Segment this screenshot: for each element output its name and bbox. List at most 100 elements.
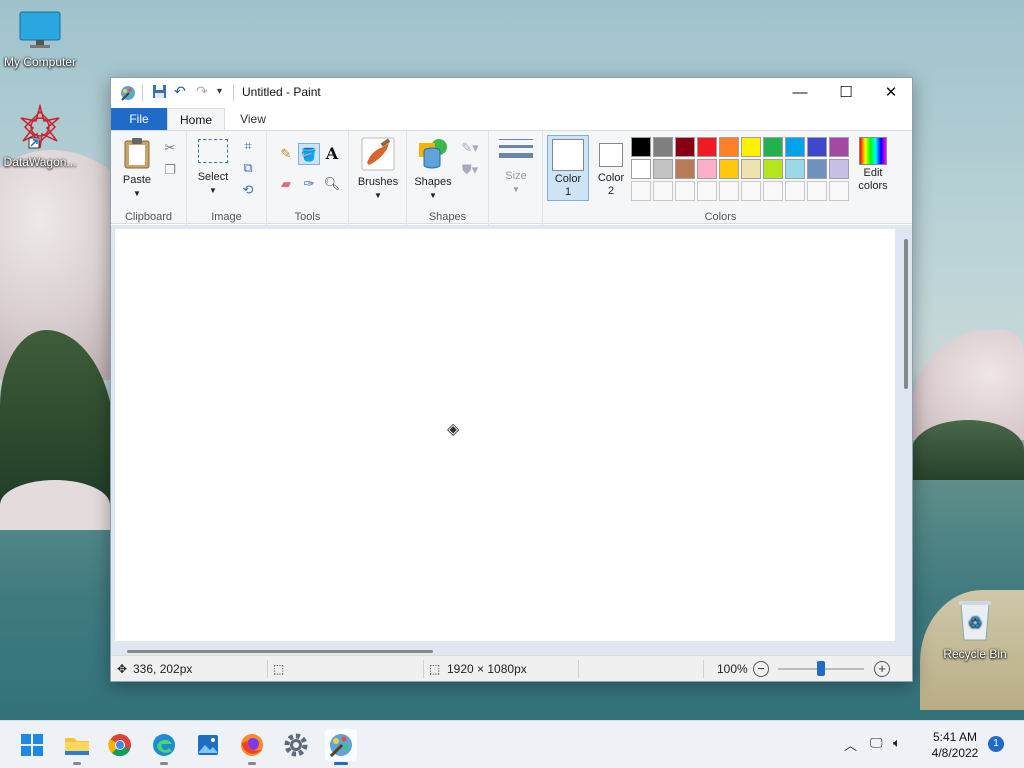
crop-icon[interactable]: ⌗ [237,135,259,157]
zoom-in-button[interactable]: + [874,661,890,677]
show-hidden-icons-chevron-up-icon[interactable]: ︿ [844,735,857,754]
taskbar-file-explorer[interactable] [61,729,93,765]
drawing-canvas[interactable]: ◈ [115,229,895,641]
palette-custom-slot[interactable] [653,181,673,201]
palette-swatch[interactable] [741,159,761,179]
undo-icon[interactable]: ↶ [174,83,186,100]
divider [267,660,268,678]
minimize-button[interactable]: — [777,78,823,108]
ribbon: Paste ▼ ✂ ❐ Clipboard Select ▼ ⌗ ⧉ ⟲ Ima… [111,130,912,225]
palette-swatch[interactable] [829,137,849,157]
desktop-icon-label: Recycle Bin [943,647,1007,661]
zoom-out-button[interactable]: − [753,661,769,677]
desktop-icon-label: DataWagon... [3,155,77,169]
folder-icon [65,738,89,755]
fill-shape-icon[interactable]: ⛊▾ [459,159,481,181]
palette-custom-slot[interactable] [829,181,849,201]
outline-icon[interactable]: ✎▾ [459,137,481,159]
palette-swatch[interactable] [697,137,717,157]
svg-text:♻: ♻ [968,615,982,632]
clipboard-icon [124,138,150,169]
taskbar-firefox[interactable] [236,729,268,765]
palette-swatch[interactable] [697,159,717,179]
select-button[interactable]: Select ▼ [191,139,235,197]
close-button[interactable]: ✕ [868,78,914,108]
palette-swatch[interactable] [763,159,783,179]
palette-swatch[interactable] [807,159,827,179]
color1-button[interactable]: Color 1 [547,135,589,201]
text-icon[interactable]: A [321,143,343,165]
palette-swatch[interactable] [785,159,805,179]
palette-swatch[interactable] [631,159,651,179]
chevron-down-icon: ▼ [374,191,382,200]
pencil-icon[interactable]: ✎ [275,143,297,165]
maximize-button[interactable]: ☐ [823,78,869,108]
taskbar-paint[interactable] [325,729,357,765]
desktop-icon-my-computer[interactable]: My Computer [0,10,80,69]
eraser-icon[interactable]: ▰ [275,173,297,195]
size-button[interactable]: Size ▼ [496,139,536,196]
redo-icon[interactable]: ↷ [196,83,208,100]
palette-custom-slot[interactable] [675,181,695,201]
network-icon[interactable]: 🖵 [870,735,883,751]
taskbar-chrome[interactable] [104,729,136,761]
color-picker-icon[interactable]: ✑ [298,173,320,195]
fill-icon[interactable]: 🪣 [298,143,320,165]
vertical-scrollbar[interactable] [904,239,908,389]
palette-custom-slot[interactable] [697,181,717,201]
rotate-icon[interactable]: ⟲ [237,179,259,201]
magnifier-icon[interactable]: 🔍︎ [321,173,343,195]
rainbow-icon [859,137,887,165]
gear-icon [284,733,308,757]
group-label: Colors [704,211,737,223]
palette-swatch[interactable] [631,137,651,157]
palette-custom-slot[interactable] [785,181,805,201]
palette-custom-slot[interactable] [741,181,761,201]
clock[interactable]: 5:41 AM 4/8/2022 [924,729,986,761]
save-icon[interactable] [152,84,167,102]
palette-swatch[interactable] [741,137,761,157]
paint-app-icon[interactable] [119,84,137,105]
color2-button[interactable]: Color 2 [591,135,631,201]
shapes-icon [419,139,447,169]
taskbar-edge[interactable] [148,729,180,765]
brushes-button[interactable]: Brushes ▼ [354,137,402,202]
resize-icon[interactable]: ⧉ [237,157,259,179]
start-button[interactable] [16,729,48,761]
palette-swatch[interactable] [829,159,849,179]
notification-badge[interactable]: 1 [988,736,1004,752]
palette-swatch[interactable] [719,159,739,179]
palette-custom-slot[interactable] [807,181,827,201]
palette-swatch[interactable] [719,137,739,157]
horizontal-scrollbar[interactable] [127,650,433,653]
cut-icon[interactable]: ✂ [159,137,181,159]
palette-swatch[interactable] [675,137,695,157]
palette-swatch[interactable] [807,137,827,157]
volume-icon[interactable]: 🔈︎ [893,735,901,751]
palette-swatch[interactable] [675,159,695,179]
zoom-slider-thumb[interactable] [817,661,825,676]
taskbar-settings[interactable] [280,729,312,761]
palette-swatch[interactable] [763,137,783,157]
palette-swatch[interactable] [653,137,673,157]
desktop-icon-datawagon[interactable]: DataWagon... [0,103,80,169]
desktop-icon-recycle-bin[interactable]: ♻ Recycle Bin [935,598,1015,661]
tab-file[interactable]: File [111,108,167,130]
palette-custom-slot[interactable] [763,181,783,201]
taskbar-photos[interactable] [192,729,224,761]
palette-swatch[interactable] [785,137,805,157]
copy-icon[interactable]: ❐ [159,159,181,181]
tab-view[interactable]: View [229,108,277,130]
palette-custom-slot[interactable] [631,181,651,201]
color1-number: 1 [564,186,572,198]
windows-logo-icon [21,734,43,756]
paint-window: ↶ ↷ ▾ Untitled - Paint — ☐ ✕ File Home V… [110,77,913,682]
paste-button[interactable]: Paste ▼ [115,137,159,200]
edit-colors-button[interactable]: Edit colors [853,137,893,193]
palette-custom-slot[interactable] [719,181,739,201]
palette-swatch[interactable] [653,159,673,179]
shapes-button[interactable]: Shapes ▼ [411,137,455,202]
tab-home[interactable]: Home [167,108,225,130]
customize-quick-access-icon[interactable]: ▾ [217,86,222,97]
status-bar: ✥ 336, 202px ⬚ ⬚ 1920 × 1080px 100% − + [111,655,912,681]
